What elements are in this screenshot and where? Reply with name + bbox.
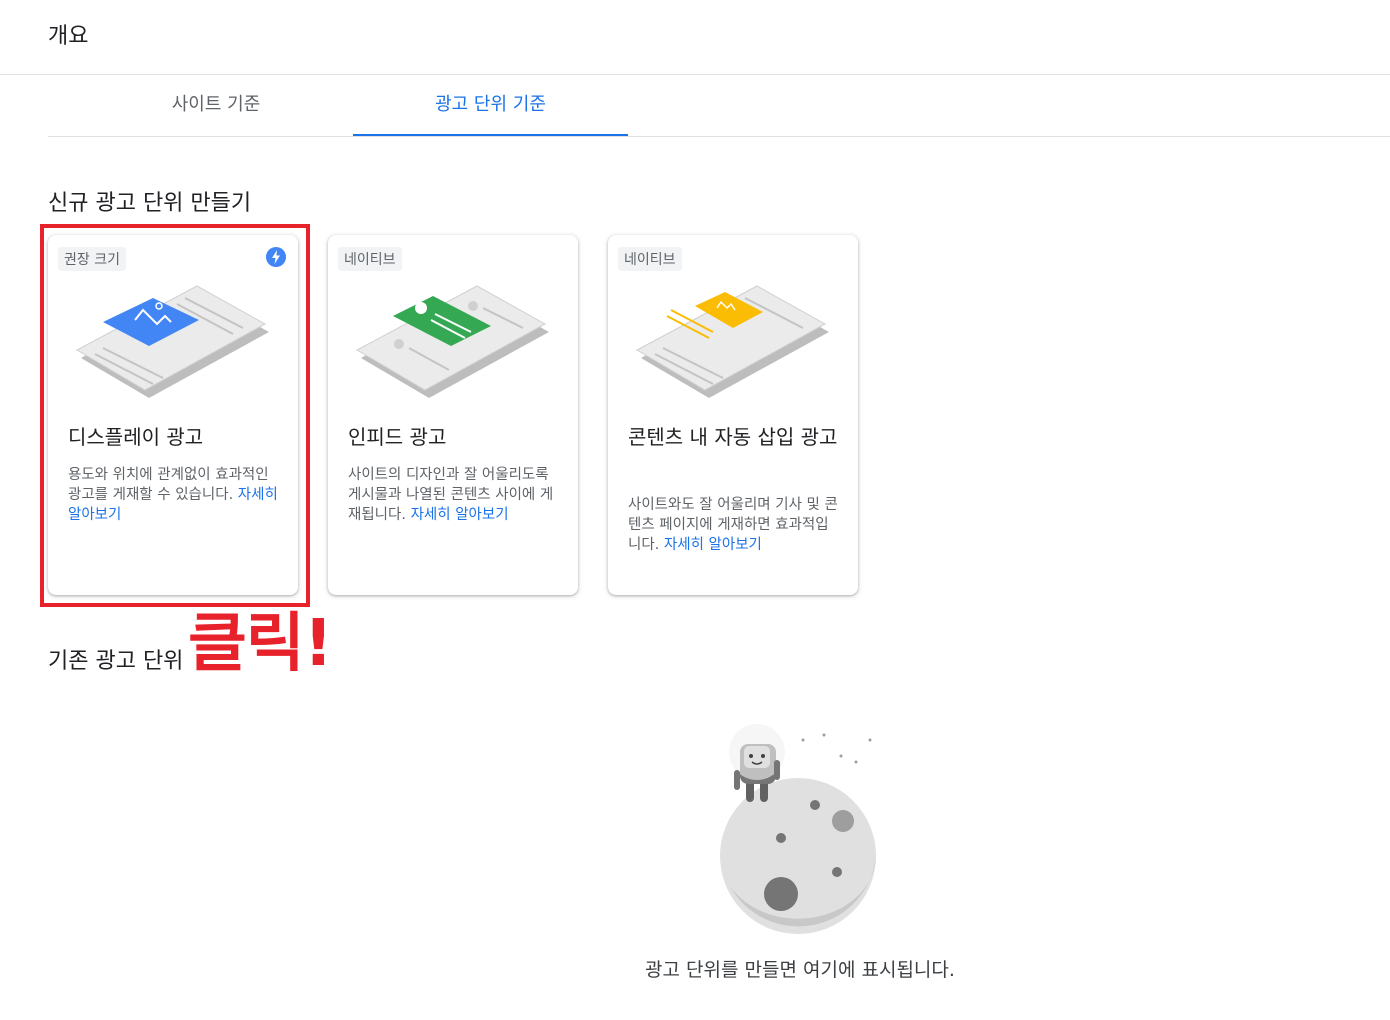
card-title: 디스플레이 광고: [68, 425, 204, 449]
native-chip: 네이티브: [338, 247, 402, 271]
tab-site-based[interactable]: 사이트 기준: [128, 76, 304, 134]
recommended-size-chip: 권장 크기: [58, 247, 126, 271]
in-article-ad-illustration: [635, 285, 829, 398]
tab-bar: 사이트 기준 광고 단위 기준: [48, 76, 1390, 137]
click-annotation: 클릭!: [188, 607, 333, 681]
new-ad-unit-heading: 신규 광고 단위 만들기: [48, 191, 252, 216]
in-article-ad-card[interactable]: 네이티브 콘텐츠 내 자동 삽입 광고 사이트와도 잘 어울리며 기사 및 콘텐…: [608, 235, 858, 595]
empty-state-message: 광고 단위를 만들면 여기에 표시됩니다.: [645, 959, 955, 981]
tab-ad-unit-based[interactable]: 광고 단위 기준: [353, 76, 628, 136]
learn-more-link[interactable]: 자세히 알아보기: [664, 537, 762, 553]
existing-ad-units-heading: 기존 광고 단위: [48, 649, 184, 674]
card-description: 용도와 위치에 관계없이 효과적인 광고를 게재할 수 있습니다. 자세히 알아…: [68, 467, 278, 523]
in-feed-ad-illustration: [355, 285, 549, 398]
header-divider: [0, 74, 1390, 75]
card-description: 사이트의 디자인과 잘 어울리도록 게시물과 나열된 콘텐츠 사이에 게재됩니다…: [348, 467, 554, 523]
in-feed-ad-card[interactable]: 네이티브 인피드 광고 사이트의 디자인과 잘 어울리도록 게시물과 나열된 콘…: [328, 235, 578, 595]
page-title: 개요: [48, 24, 89, 49]
card-title: 콘텐츠 내 자동 삽입 광고: [628, 425, 838, 449]
native-chip: 네이티브: [618, 247, 682, 271]
display-ad-illustration: [75, 285, 269, 398]
moon-astronaut-illustration: [720, 724, 876, 934]
card-description: 사이트와도 잘 어울리며 기사 및 콘텐츠 페이지에 게재하면 효과적입니다. …: [628, 497, 838, 553]
display-ad-card[interactable]: 권장 크기 디스플레이 광고 용도와 위치에 관계없이 효과적인 광고를 게재할…: [48, 235, 298, 595]
bolt-icon: [266, 247, 286, 267]
card-title: 인피드 광고: [348, 425, 447, 449]
learn-more-link[interactable]: 자세히 알아보기: [411, 507, 509, 523]
